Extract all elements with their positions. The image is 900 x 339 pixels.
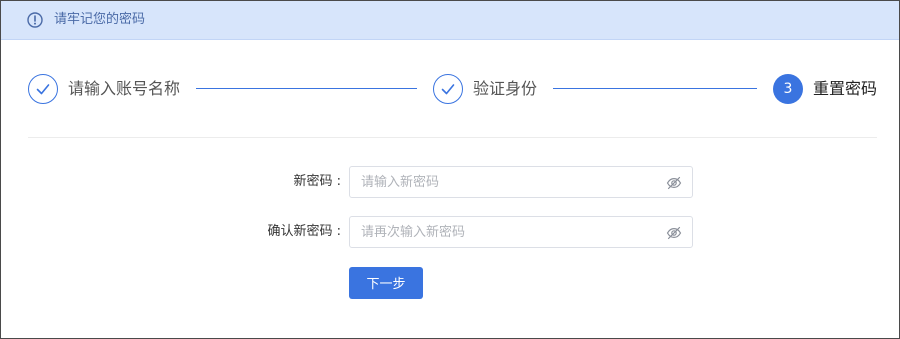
reset-password-panel: 请牢记您的密码 请输入账号名称 验证身份 3 重置密码 新密码 : 确认新密码 …	[0, 0, 900, 339]
new-password-field[interactable]	[349, 166, 693, 198]
check-icon	[36, 84, 50, 95]
step-3-label: 重置密码	[813, 79, 878, 98]
check-icon	[441, 84, 455, 95]
step-1-label: 请输入账号名称	[68, 79, 181, 98]
exclamation-circle-icon	[26, 11, 44, 29]
eye-off-icon[interactable]	[666, 175, 682, 191]
confirm-password-label: 确认新密码 :	[267, 224, 341, 239]
section-divider	[28, 137, 877, 138]
confirm-password-input[interactable]	[361, 222, 651, 242]
step-1-check-circle	[28, 74, 58, 104]
step-2-label: 验证身份	[473, 79, 538, 98]
confirm-password-field[interactable]	[349, 216, 693, 248]
step-3-number-circle: 3	[773, 74, 803, 104]
notice-banner: 请牢记您的密码	[1, 1, 899, 40]
notice-text: 请牢记您的密码	[54, 12, 146, 27]
step-2-check-circle	[433, 74, 463, 104]
eye-off-icon[interactable]	[666, 225, 682, 241]
new-password-label: 新密码 :	[293, 174, 341, 189]
step-connector-2	[553, 88, 757, 89]
step-connector-1	[196, 88, 417, 89]
next-step-button[interactable]: 下一步	[349, 267, 423, 299]
new-password-input[interactable]	[361, 172, 651, 192]
